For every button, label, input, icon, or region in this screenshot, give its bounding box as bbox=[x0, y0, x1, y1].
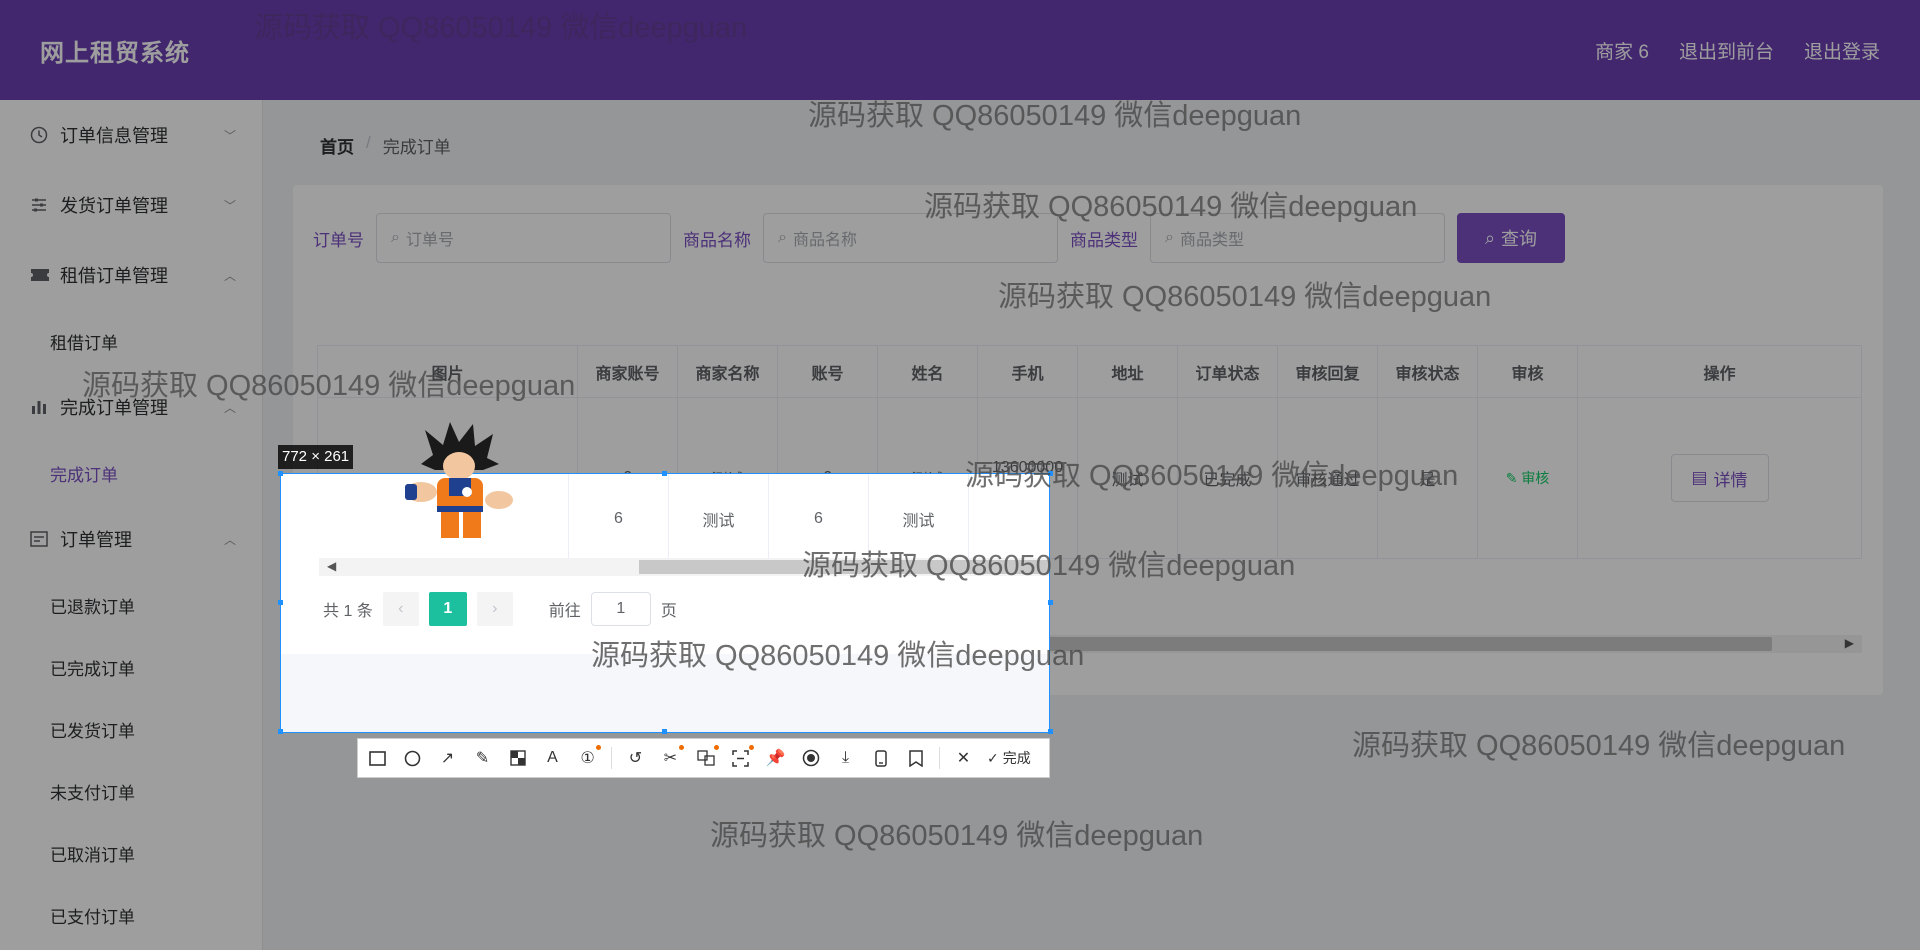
circle-icon[interactable] bbox=[401, 747, 424, 770]
scroll-left-icon[interactable]: ◀ bbox=[327, 559, 336, 573]
toolbar-divider bbox=[939, 747, 940, 769]
resize-handle-top-right[interactable] bbox=[1048, 471, 1053, 476]
mosaic-icon[interactable] bbox=[506, 747, 529, 770]
goto-page-input[interactable]: 1 bbox=[590, 592, 651, 626]
capture-size-label: 772 × 261 bbox=[278, 445, 354, 469]
rectangle-icon[interactable] bbox=[366, 747, 389, 770]
record-icon[interactable] bbox=[799, 747, 822, 770]
product-image bbox=[405, 422, 513, 538]
ocr-icon[interactable] bbox=[729, 744, 754, 770]
cell-phone bbox=[969, 474, 1049, 564]
phone-icon[interactable] bbox=[869, 747, 892, 770]
cell-merchant-name: 测试 bbox=[669, 474, 769, 564]
resize-handle-right[interactable] bbox=[1048, 600, 1053, 605]
goto-label: 前往 bbox=[548, 603, 581, 620]
number-icon[interactable]: ① bbox=[576, 744, 601, 770]
arrow-icon[interactable]: ↗ bbox=[436, 747, 459, 770]
undo-icon[interactable]: ↺ bbox=[624, 747, 647, 770]
done-button-label: 完成 bbox=[1002, 750, 1031, 766]
resize-handle-left[interactable] bbox=[278, 600, 283, 605]
translate-icon[interactable] bbox=[694, 744, 719, 770]
pen-icon[interactable]: ✎ bbox=[471, 747, 494, 770]
scroll-thumb[interactable] bbox=[639, 560, 1049, 574]
pagination-total: 共 1 条 bbox=[323, 603, 373, 620]
resize-handle-bottom[interactable] bbox=[662, 729, 667, 734]
bookmark-icon[interactable] bbox=[904, 747, 927, 770]
pagination: 共 1 条 ‹ 1 › 前往 1 页 bbox=[323, 592, 677, 626]
cell-account: 6 bbox=[769, 474, 869, 564]
resize-handle-top-left[interactable] bbox=[278, 471, 283, 476]
resize-handle-top[interactable] bbox=[662, 471, 667, 476]
checkmark-icon: ✓ bbox=[987, 749, 999, 766]
page-number-button[interactable]: 1 bbox=[428, 592, 467, 626]
close-icon[interactable]: ✕ bbox=[952, 747, 975, 770]
screenshot-toolbar: ↗ ✎ A ① ↺ ✂ 📌 ⤓ ✕ ✓ 完成 bbox=[357, 738, 1050, 778]
table-horizontal-scrollbar[interactable]: ◀ bbox=[319, 558, 1049, 576]
done-button[interactable]: ✓ 完成 bbox=[987, 748, 1031, 768]
text-icon[interactable]: A bbox=[541, 747, 564, 770]
pin-icon[interactable]: 📌 bbox=[764, 747, 787, 770]
download-icon[interactable]: ⤓ bbox=[834, 747, 857, 770]
cell-name: 测试 bbox=[869, 474, 969, 564]
cell-merchant-account: 6 bbox=[569, 474, 669, 564]
page-unit-label: 页 bbox=[660, 603, 677, 620]
resize-handle-bottom-right[interactable] bbox=[1048, 729, 1053, 734]
next-page-button[interactable]: › bbox=[476, 592, 513, 626]
prev-page-button[interactable]: ‹ bbox=[382, 592, 419, 626]
scissors-icon[interactable]: ✂ bbox=[659, 744, 684, 770]
toolbar-divider bbox=[611, 747, 612, 769]
resize-handle-bottom-left[interactable] bbox=[278, 729, 283, 734]
